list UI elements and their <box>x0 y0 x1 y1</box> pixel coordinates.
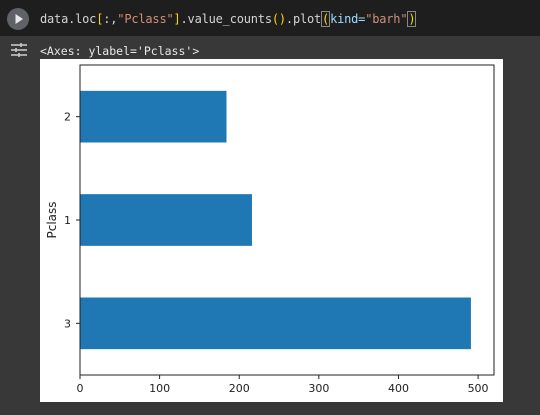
code-token: data.loc <box>40 12 97 26</box>
code-token: ] <box>173 12 181 26</box>
code-editor[interactable]: data.loc[:,"Pclass"].value_counts().plot… <box>0 0 540 36</box>
x-tick-label: 300 <box>308 382 329 395</box>
x-tick-label: 400 <box>388 382 409 395</box>
run-cell-button[interactable] <box>7 8 29 30</box>
code-token: ) <box>407 11 417 27</box>
code-token: kind= <box>330 12 366 26</box>
code-token: "Pclass" <box>117 12 174 26</box>
x-tick-label: 200 <box>229 382 250 395</box>
output-menu-icon <box>11 43 27 57</box>
y-axis-label: Pclass <box>45 201 59 238</box>
code-token: .plot <box>285 12 322 26</box>
plot-output: 3 1 2 0 100 200 300 400 500 Pclass <box>40 59 503 402</box>
code-token: () <box>271 12 286 26</box>
y-tick-label: 1 <box>64 214 71 227</box>
barh-chart: 3 1 2 0 100 200 300 400 500 Pclass <box>45 64 495 395</box>
x-tick-label: 500 <box>468 382 489 395</box>
bar-2 <box>80 90 227 143</box>
play-icon <box>15 14 23 24</box>
y-tick-label: 3 <box>64 317 71 330</box>
y-tick-label: 2 <box>64 111 71 124</box>
bar-1 <box>80 194 252 246</box>
output-toggle-button[interactable] <box>10 42 28 58</box>
x-tick-label: 0 <box>77 382 84 395</box>
code-token: :, <box>103 12 118 26</box>
code-token: "barh" <box>365 12 408 26</box>
bar-3 <box>80 297 471 350</box>
code-token: ( <box>321 11 331 27</box>
x-tick-label: 100 <box>149 382 170 395</box>
notebook-cell: data.loc[:,"Pclass"].value_counts().plot… <box>0 0 540 415</box>
output-text: <Axes: ylabel='Pclass'> <box>40 44 200 58</box>
code-line[interactable]: data.loc[:,"Pclass"].value_counts().plot… <box>40 11 417 27</box>
code-token: .value_counts <box>180 12 273 26</box>
